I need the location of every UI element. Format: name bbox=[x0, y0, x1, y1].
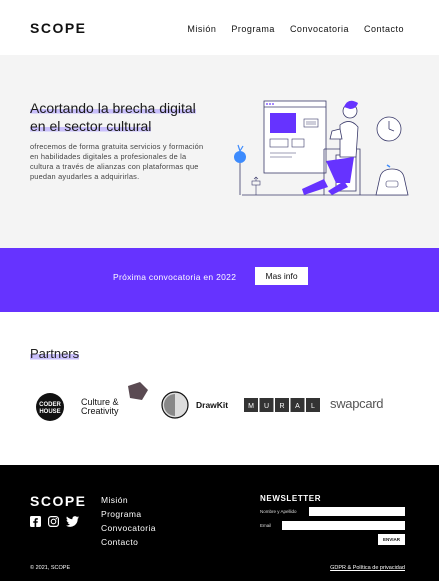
hero-section: Acortando la brecha digital en el sector… bbox=[0, 55, 439, 248]
newsletter-title: NEWSLETTER bbox=[260, 494, 322, 503]
coderhouse-text-bottom: HOUSE bbox=[39, 409, 60, 415]
email-label: Email bbox=[260, 523, 272, 528]
person-at-computer-illustration bbox=[234, 100, 409, 196]
gdpr-link[interactable]: GDPR & Política de privacidad bbox=[330, 565, 405, 571]
swapcard-logo[interactable]: swapcard bbox=[330, 394, 396, 414]
mural-letter-r: R bbox=[279, 403, 284, 410]
partners-title: Partners bbox=[30, 346, 80, 361]
drawkit-logo[interactable]: DrawKit bbox=[160, 390, 235, 420]
send-button[interactable]: ENVIAR bbox=[378, 534, 405, 545]
mural-letter-u: U bbox=[264, 403, 269, 410]
mural-letter-m: M bbox=[248, 403, 254, 410]
more-info-button[interactable]: Mas info bbox=[255, 267, 308, 285]
footer-nav-contacto[interactable]: Contacto bbox=[101, 535, 156, 549]
copyright-text: © 2021, SCOPE bbox=[30, 565, 71, 571]
drawkit-text: DrawKit bbox=[196, 400, 228, 410]
facebook-icon[interactable] bbox=[30, 516, 41, 527]
site-footer: SCOPE Misión Programa Convocatoria Conta… bbox=[0, 465, 439, 581]
main-nav: Misión Programa Convocatoria Contacto bbox=[187, 24, 404, 34]
hero-title-line2: en el sector cultural bbox=[30, 118, 152, 134]
hero-title: Acortando la brecha digital en el sector… bbox=[30, 99, 220, 135]
announcement-banner: Próxima convocatoria en 2022 Mas info bbox=[0, 248, 439, 312]
social-links bbox=[30, 516, 79, 527]
partners-title-text: Partners bbox=[30, 346, 80, 361]
nav-item-contacto[interactable]: Contacto bbox=[364, 24, 404, 34]
instagram-icon[interactable] bbox=[48, 516, 59, 527]
hero-description: ofrecemos de forma gratuita servicios y … bbox=[30, 142, 204, 181]
mural-logo[interactable]: M U R A L bbox=[244, 398, 320, 412]
nav-item-programa[interactable]: Programa bbox=[231, 24, 275, 34]
twitter-icon[interactable] bbox=[66, 516, 79, 527]
site-header: SCOPE Misión Programa Convocatoria Conta… bbox=[0, 0, 439, 55]
mural-letter-a: A bbox=[295, 403, 300, 410]
footer-nav-programa[interactable]: Programa bbox=[101, 507, 156, 521]
name-label: Nombre y Apellido bbox=[260, 509, 297, 514]
footer-logo[interactable]: SCOPE bbox=[30, 493, 87, 509]
mural-letter-l: L bbox=[311, 403, 315, 410]
swapcard-text: swapcard bbox=[330, 396, 383, 411]
nav-item-mision[interactable]: Misión bbox=[187, 24, 216, 34]
name-field[interactable] bbox=[309, 507, 405, 516]
site-logo[interactable]: SCOPE bbox=[30, 20, 87, 36]
culture-creativity-logo[interactable]: Culture & Creativity bbox=[80, 380, 152, 420]
footer-nav-mision[interactable]: Misión bbox=[101, 493, 156, 507]
coderhouse-text-top: CODER bbox=[39, 402, 61, 408]
footer-nav: Misión Programa Convocatoria Contacto bbox=[101, 493, 156, 549]
nav-item-convocatoria[interactable]: Convocatoria bbox=[290, 24, 349, 34]
hero-title-line1: Acortando la brecha digital bbox=[30, 100, 196, 116]
banner-text: Próxima convocatoria en 2022 bbox=[113, 272, 237, 282]
footer-nav-convocatoria[interactable]: Convocatoria bbox=[101, 521, 156, 535]
email-field[interactable] bbox=[282, 521, 405, 530]
culture-text-bottom: Creativity bbox=[81, 406, 119, 416]
coderhouse-logo[interactable]: CODER HOUSE bbox=[35, 392, 65, 422]
